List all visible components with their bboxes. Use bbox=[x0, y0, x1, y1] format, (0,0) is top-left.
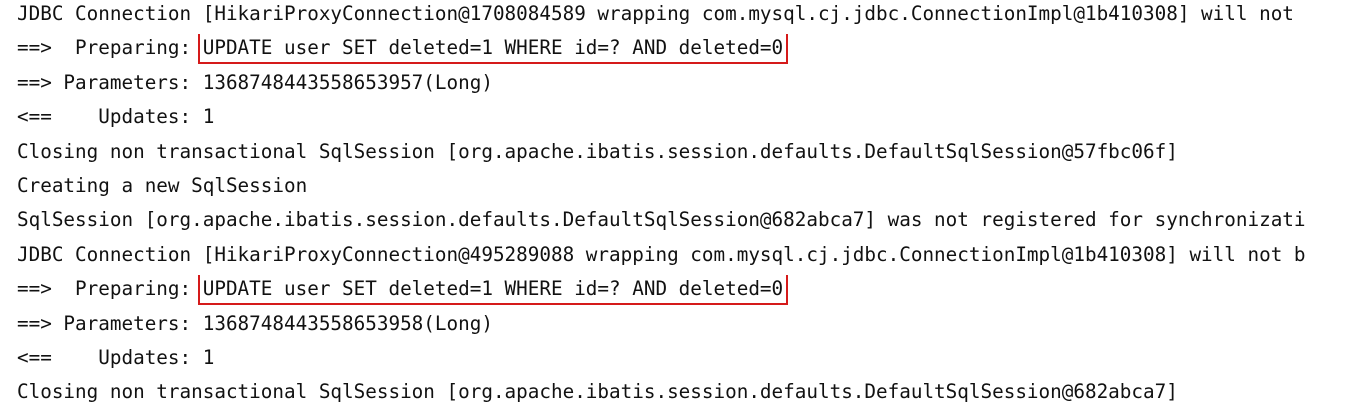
log-line: Closing non transactional SqlSession [or… bbox=[17, 380, 1178, 404]
log-line: SqlSession [org.apache.ibatis.session.de… bbox=[17, 208, 1306, 232]
log-line-preparing: ==> Preparing: UPDATE user SET deleted=1… bbox=[17, 34, 1346, 68]
log-prefix: ==> Preparing: bbox=[17, 277, 203, 301]
console-output: JDBC Connection [HikariProxyConnection@1… bbox=[17, 0, 1346, 408]
log-line: JDBC Connection [HikariProxyConnection@4… bbox=[17, 242, 1306, 266]
log-prefix: ==> Preparing: bbox=[17, 36, 203, 60]
log-line: ==> Parameters: 1368748443558653957(Long… bbox=[17, 70, 493, 94]
log-line: ==> Parameters: 1368748443558653958(Long… bbox=[17, 311, 493, 335]
log-line-preparing: ==> Preparing: UPDATE user SET deleted=1… bbox=[17, 275, 1346, 309]
log-line: JDBC Connection [HikariProxyConnection@1… bbox=[17, 2, 1294, 25]
sql-statement-highlight: UPDATE user SET deleted=1 WHERE id=? AND… bbox=[197, 275, 789, 306]
sql-statement-highlight: UPDATE user SET deleted=1 WHERE id=? AND… bbox=[197, 34, 789, 65]
log-line: <== Updates: 1 bbox=[17, 105, 215, 129]
log-line: Creating a new SqlSession bbox=[17, 173, 308, 197]
log-line: Closing non transactional SqlSession [or… bbox=[17, 139, 1178, 163]
log-line: <== Updates: 1 bbox=[17, 345, 215, 369]
